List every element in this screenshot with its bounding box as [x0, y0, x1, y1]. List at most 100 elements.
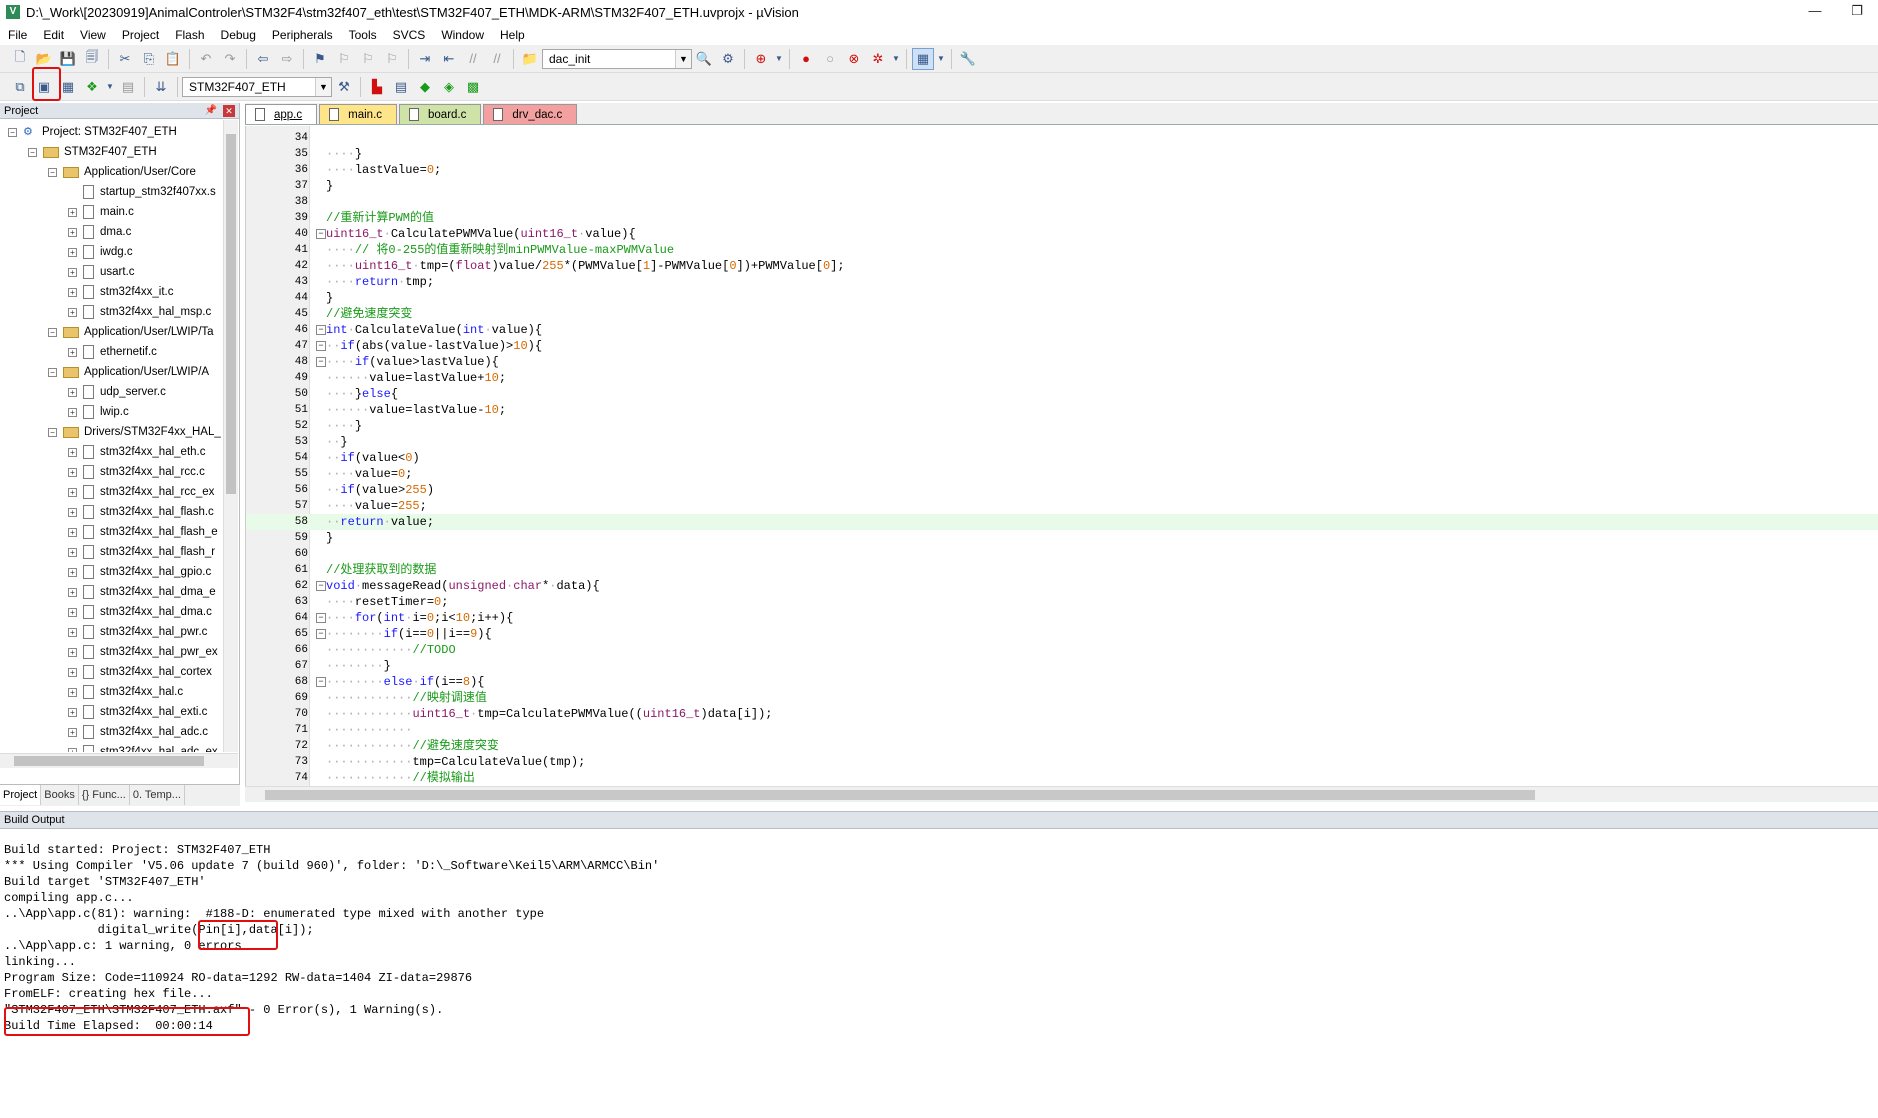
code-line[interactable]: 67 ········} [246, 658, 1878, 674]
tree-node[interactable]: + stm32f4xx_hal_pwr.c [68, 622, 207, 642]
code-line[interactable]: 62− void·messageRead(unsigned·char*·data)… [246, 578, 1878, 594]
code-line[interactable]: 41 ····// 将0-255的值重新映射到minPWMValue-maxPWM… [246, 242, 1878, 258]
code-line[interactable]: 58 ··return·value; [246, 514, 1878, 530]
tree-node[interactable]: + stm32f4xx_hal_adc_ex [68, 742, 218, 752]
code-line[interactable]: 73 ············tmp=CalculateValue(tmp); [246, 754, 1878, 770]
expand-icon[interactable]: + [68, 387, 77, 397]
nav-forward-icon[interactable]: ⇨ [276, 48, 298, 70]
code-line[interactable]: 56 ··if(value>255) [246, 482, 1878, 498]
code-editor[interactable]: 34 35 ····} 36 ····lastValue=0; 37} 38 39//重新计算… [245, 126, 1878, 786]
menu-item-project[interactable]: Project [114, 28, 167, 42]
code-line[interactable]: 51 ······value=lastValue-10; [246, 402, 1878, 418]
tree-node[interactable]: + lwip.c [68, 402, 129, 422]
scrollbar-thumb[interactable] [265, 790, 1535, 800]
tree-node[interactable]: + udp_server.c [68, 382, 166, 402]
tree-node[interactable]: + stm32f4xx_hal_exti.c [68, 702, 207, 722]
tree-node[interactable]: − Application/User/LWIP/Ta [48, 322, 214, 342]
disable-breakpoint-icon[interactable]: ○ [819, 48, 841, 70]
menu-item-help[interactable]: Help [492, 28, 533, 42]
fold-icon[interactable]: − [316, 677, 326, 687]
new-file-icon[interactable]: 🗋 [9, 48, 31, 70]
chevron-down-icon[interactable]: ▼ [675, 49, 691, 68]
editor-tab[interactable]: drv_dac.c [483, 104, 578, 124]
redo-icon[interactable]: ↷ [219, 48, 241, 70]
expand-icon[interactable]: + [68, 587, 77, 597]
panel-tab-3[interactable]: 0. Temp... [130, 785, 185, 805]
code-line[interactable]: 55 ····value=0; [246, 466, 1878, 482]
pack-installer-icon[interactable]: ◈ [438, 76, 460, 98]
cut-icon[interactable]: ✂ [114, 48, 136, 70]
build-output-panel[interactable]: Build started: Project: STM32F407_ETH ***… [0, 830, 1878, 1118]
clear-bookmarks-icon[interactable]: ⚐ [381, 48, 403, 70]
tree-node[interactable]: + stm32f4xx_hal_msp.c [68, 302, 211, 322]
incremental-find-icon[interactable]: ⚙ [717, 48, 739, 70]
target-combo[interactable]: STM32F407_ETH ▼ [182, 76, 332, 97]
tree-node[interactable]: + stm32f4xx_hal_eth.c [68, 442, 205, 462]
expand-icon[interactable]: + [68, 287, 77, 297]
run-time-environment-icon[interactable]: ▩ [462, 76, 484, 98]
expand-icon[interactable]: + [68, 207, 77, 217]
menu-item-flash[interactable]: Flash [167, 28, 212, 42]
indent-icon[interactable]: ⇥ [414, 48, 436, 70]
expand-icon[interactable]: + [68, 407, 77, 417]
code-line[interactable]: 65− ········if(i==0||i==9){ [246, 626, 1878, 642]
find-icon[interactable]: 🔍 [693, 48, 715, 70]
code-line[interactable]: 46− int·CalculateValue(int·value){ [246, 322, 1878, 338]
menu-item-window[interactable]: Window [433, 28, 492, 42]
tree-node[interactable]: + stm32f4xx_hal.c [68, 682, 183, 702]
fold-icon[interactable]: − [316, 341, 326, 351]
code-line[interactable]: 74 ············//模拟输出 [246, 770, 1878, 786]
find-in-files-icon[interactable]: 📁 [519, 48, 541, 70]
scrollbar-thumb[interactable] [226, 134, 236, 494]
minimize-button[interactable]: — [1794, 0, 1836, 24]
close-icon[interactable]: ✕ [223, 105, 235, 117]
menu-item-debug[interactable]: Debug [213, 28, 264, 42]
batch-build-icon[interactable]: ❖ [81, 76, 103, 98]
file-extensions-icon[interactable]: ▙ [366, 76, 388, 98]
tree-node[interactable]: − ⚙ Project: STM32F407_ETH [8, 122, 177, 142]
expand-icon[interactable]: + [68, 707, 77, 717]
tree-node[interactable]: + stm32f4xx_hal_rcc_ex [68, 482, 214, 502]
copy-icon[interactable]: ⎘ [138, 48, 160, 70]
next-bookmark-icon[interactable]: ⚐ [357, 48, 379, 70]
tree-node[interactable]: + stm32f4xx_hal_adc.c [68, 722, 208, 742]
project-horizontal-scrollbar[interactable] [0, 753, 238, 768]
code-line[interactable]: 63 ····resetTimer=0; [246, 594, 1878, 610]
target-options-icon[interactable]: ⚒ [333, 76, 355, 98]
tree-node[interactable]: + stm32f4xx_hal_dma.c [68, 602, 212, 622]
dropdown-arrow-icon[interactable]: ▼ [105, 76, 115, 98]
code-line[interactable]: 61 //处理获取到的数据 [246, 562, 1878, 578]
tree-node[interactable]: + stm32f4xx_hal_cortex [68, 662, 212, 682]
fold-icon[interactable]: − [316, 629, 326, 639]
code-line[interactable]: 47− ··if(abs(value-lastValue)>10){ [246, 338, 1878, 354]
code-line[interactable]: 36 ····lastValue=0; [246, 162, 1878, 178]
tree-node[interactable]: + stm32f4xx_hal_pwr_ex [68, 642, 218, 662]
kill-breakpoints-icon[interactable]: ⊗ [843, 48, 865, 70]
code-line[interactable]: 42 ····uint16_t·tmp=(float)value/255*(PWM… [246, 258, 1878, 274]
code-line[interactable]: 48− ····if(value>lastValue){ [246, 354, 1878, 370]
expand-icon[interactable]: + [68, 467, 77, 477]
tree-node[interactable]: + stm32f4xx_it.c [68, 282, 174, 302]
menu-item-svcs[interactable]: SVCS [385, 28, 434, 42]
expand-icon[interactable]: + [68, 647, 77, 657]
expand-icon[interactable]: + [68, 527, 77, 537]
prev-bookmark-icon[interactable]: ⚐ [333, 48, 355, 70]
stop-build-icon[interactable]: ▤ [117, 76, 139, 98]
code-line[interactable]: 44} [246, 290, 1878, 306]
code-line[interactable]: 59} [246, 530, 1878, 546]
select-packs-icon[interactable]: ◆ [414, 76, 436, 98]
project-vertical-scrollbar[interactable] [223, 120, 238, 752]
code-line[interactable]: 54 ··if(value<0) [246, 450, 1878, 466]
collapse-icon[interactable]: − [8, 127, 17, 137]
tree-node[interactable]: − Application/User/Core [48, 162, 196, 182]
expand-icon[interactable]: + [68, 727, 77, 737]
expand-icon[interactable]: + [68, 747, 77, 752]
tree-node[interactable]: − Application/User/LWIP/A [48, 362, 209, 382]
editor-horizontal-scrollbar[interactable] [245, 786, 1878, 802]
editor-tab[interactable]: app.c [245, 104, 318, 124]
code-line[interactable]: 34 [246, 130, 1878, 146]
code-line[interactable]: 71 ············ [246, 722, 1878, 738]
code-line[interactable]: 43 ····return·tmp; [246, 274, 1878, 290]
code-line[interactable]: 40− uint16_t·CalculatePWMValue(uint16_t·v… [246, 226, 1878, 242]
menu-item-tools[interactable]: Tools [341, 28, 385, 42]
